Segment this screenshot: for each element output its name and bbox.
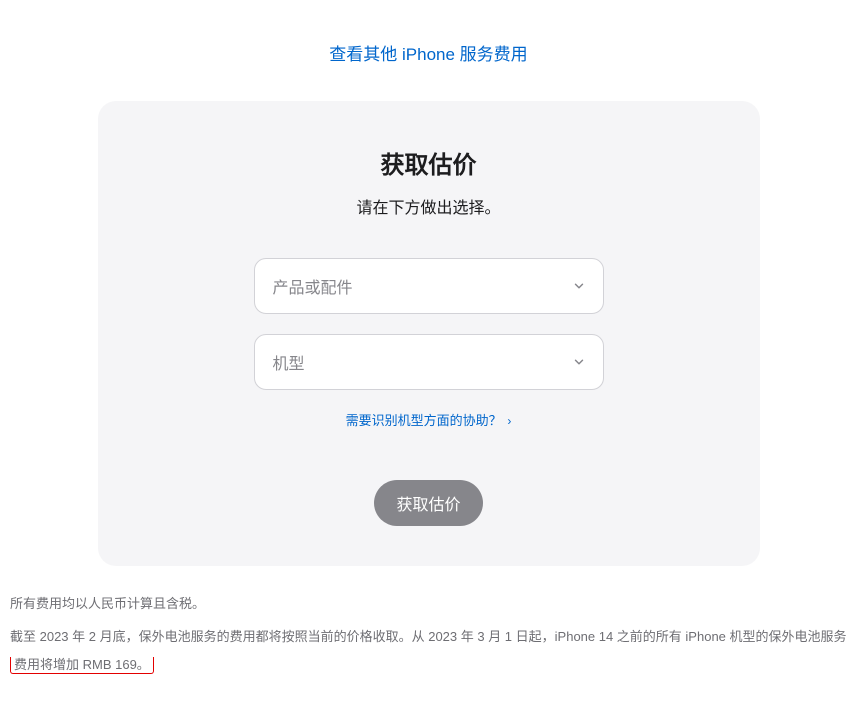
footer-line-1: 所有费用均以人民币计算且含税。 [10, 590, 847, 619]
chevron-right-icon: › [507, 414, 511, 428]
price-increase-highlight: 费用将增加 RMB 169。 [10, 657, 154, 674]
footer-line-2-part1: 截至 2023 年 2 月底，保外电池服务的费用都将按照当前的价格收取。从 20… [10, 629, 847, 644]
card-subtitle: 请在下方做出选择。 [138, 194, 720, 218]
footer-line-2: 截至 2023 年 2 月底，保外电池服务的费用都将按照当前的价格收取。从 20… [10, 623, 847, 680]
help-link-text: 需要识别机型方面的协助？ [346, 413, 502, 428]
estimate-card: 获取估价 请在下方做出选择。 产品或配件 机型 需要识别机型方面的协助？ › 获… [98, 101, 760, 566]
card-title: 获取估价 [138, 145, 720, 180]
model-select[interactable]: 机型 [254, 334, 604, 390]
other-service-fees-link[interactable]: 查看其他 iPhone 服务费用 [329, 45, 527, 64]
identify-model-help-link[interactable]: 需要识别机型方面的协助？ › [346, 413, 512, 428]
model-select-wrapper: 机型 [254, 334, 604, 390]
get-estimate-button[interactable]: 获取估价 [374, 480, 482, 526]
top-link-container: 查看其他 iPhone 服务费用 [10, 40, 847, 65]
product-select-wrapper: 产品或配件 [254, 258, 604, 314]
product-select[interactable]: 产品或配件 [254, 258, 604, 314]
footer-text: 所有费用均以人民币计算且含税。 截至 2023 年 2 月底，保外电池服务的费用… [10, 590, 847, 680]
help-link-container: 需要识别机型方面的协助？ › [138, 410, 720, 430]
